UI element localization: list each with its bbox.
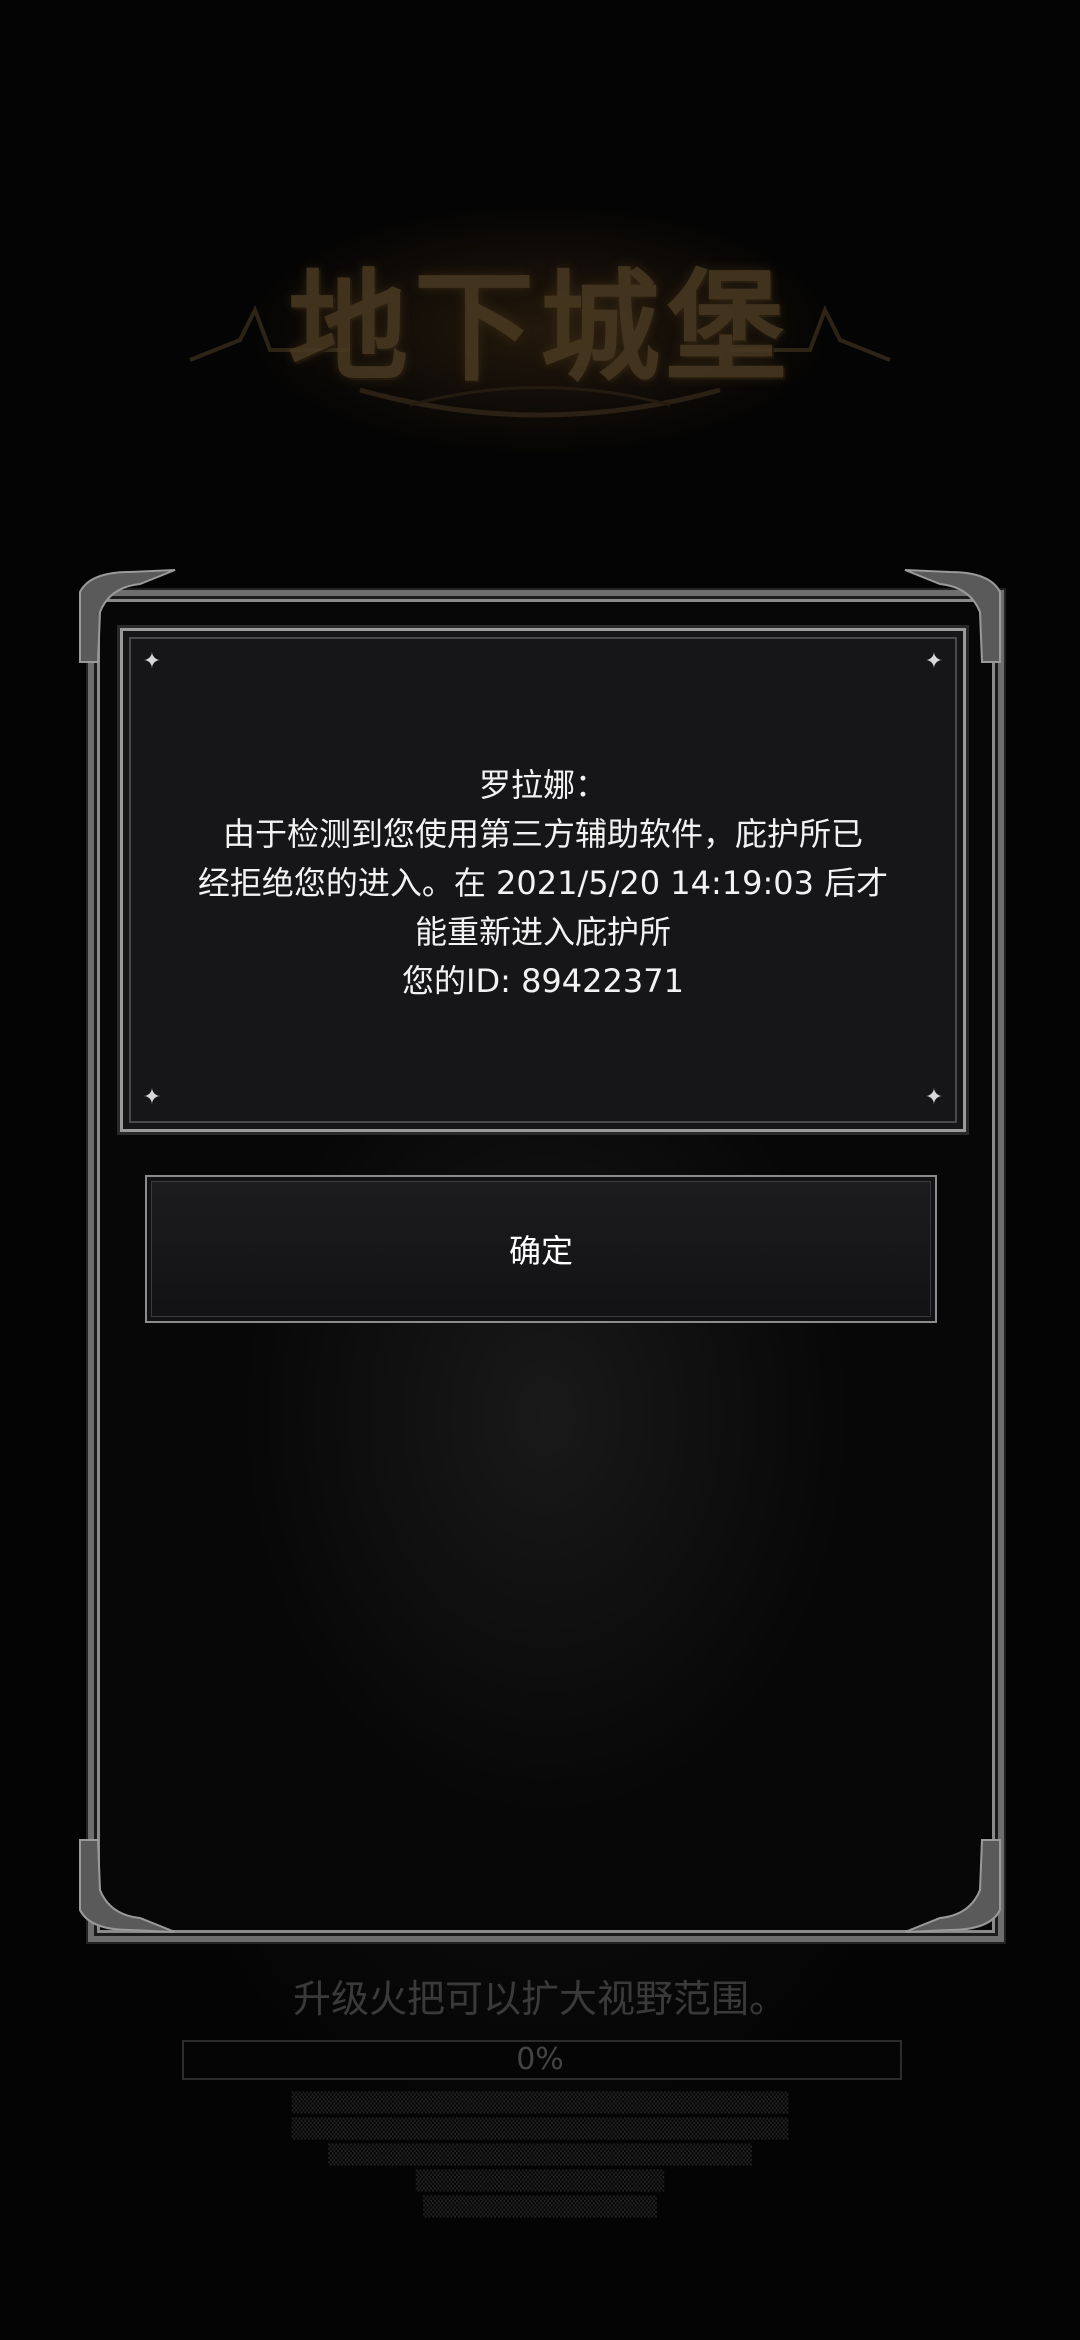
message-line: 经拒绝您的进入。在 2021/5/20 14:19:03 后才 <box>197 864 889 902</box>
frame-corner-ornament-icon <box>904 1839 1001 1933</box>
game-logo: 地下城堡 <box>180 200 900 430</box>
message-dialog: ✦ ✦ ✦ ✦ 罗拉娜： 由于检测到您使用第三方辅助软件，庇护所已 经拒绝您的进… <box>120 628 966 1132</box>
message-line: 由于检测到您使用第三方辅助软件，庇护所已 <box>222 815 863 853</box>
user-id-line: 您的ID: 89422371 <box>402 962 684 1000</box>
sparkle-icon: ✦ <box>142 649 162 674</box>
health-notice: ▒▒▒▒▒▒▒▒▒▒▒▒▒▒▒▒▒▒▒▒▒▒▒▒▒▒▒▒▒▒▒▒▒▒ ▒▒▒▒▒… <box>291 2092 789 2218</box>
message-line: 能重新进入庇护所 <box>414 913 671 951</box>
speaker-name: 罗拉娜： <box>478 766 607 804</box>
confirm-button-label: 确定 <box>508 1232 573 1270</box>
sparkle-icon: ✦ <box>924 649 944 674</box>
dialog-message: 罗拉娜： 由于检测到您使用第三方辅助软件，庇护所已 经拒绝您的进入。在 2021… <box>183 761 903 1006</box>
confirm-button[interactable]: 确定 <box>145 1175 937 1323</box>
progress-label: 0% <box>516 2042 564 2077</box>
logo-title: 地下城堡 <box>288 257 792 398</box>
frame-corner-ornament-icon <box>79 1839 176 1933</box>
loading-tip: 升级火把可以扩大视野范围。 <box>292 1977 787 2021</box>
sparkle-icon: ✦ <box>924 1085 944 1110</box>
sparkle-icon: ✦ <box>142 1085 162 1110</box>
